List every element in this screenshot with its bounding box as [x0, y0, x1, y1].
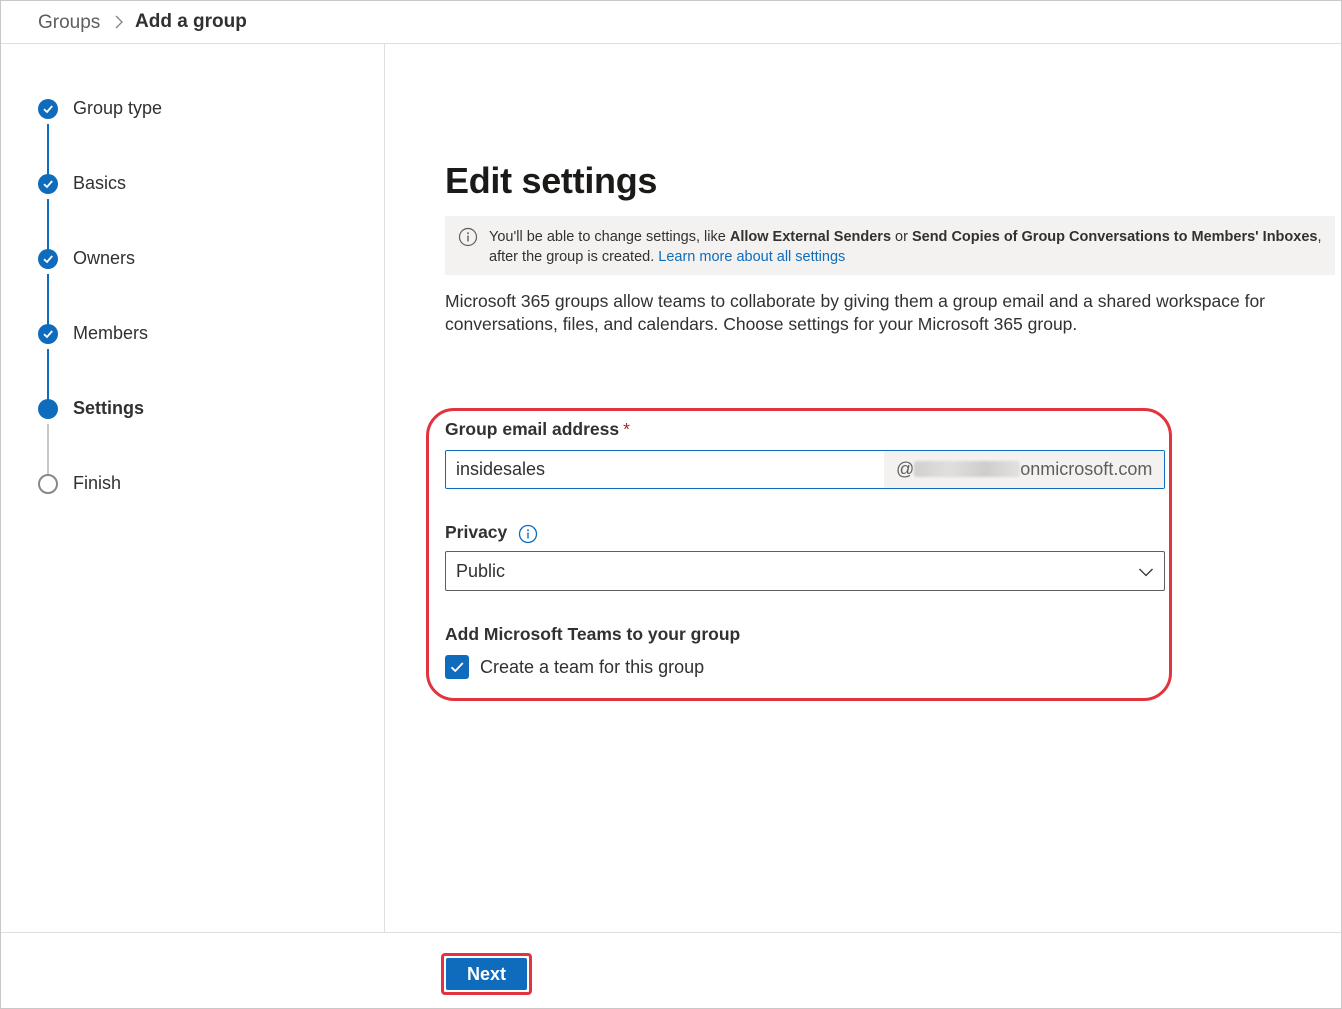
wizard-steps: Group type Basics Owners Members Setting…	[1, 44, 385, 932]
step-owners[interactable]: Owners	[1, 245, 381, 275]
step-label: Owners	[73, 248, 136, 268]
step-label: Basics	[73, 173, 127, 193]
info-icon	[458, 227, 478, 247]
current-step-icon	[38, 399, 58, 419]
privacy-dropdown[interactable]: Public	[445, 551, 1165, 591]
step-members[interactable]: Members	[1, 320, 381, 350]
step-basics[interactable]: Basics	[1, 170, 381, 200]
page-description: Microsoft 365 groups allow teams to coll…	[445, 291, 1266, 334]
chevron-right-icon	[115, 15, 123, 29]
check-circle-icon	[38, 249, 58, 269]
redacted-domain	[914, 461, 1021, 477]
check-circle-icon	[38, 99, 58, 119]
step-label: Members	[73, 323, 149, 343]
step-settings[interactable]: Settings	[1, 395, 381, 425]
header: Groups Add a group	[1, 1, 1341, 44]
empty-circle-icon	[38, 474, 58, 494]
step-group-type[interactable]: Group type	[1, 95, 381, 125]
teams-section-label: Add Microsoft Teams to your group	[445, 624, 741, 644]
learn-more-link[interactable]: Learn more about all settings	[658, 249, 845, 265]
step-label: Finish	[73, 473, 122, 493]
checkmark-icon	[450, 662, 464, 673]
chevron-down-icon	[1139, 568, 1153, 577]
info-icon[interactable]	[518, 524, 538, 544]
email-domain-suffix: @ onmicrosoft.com	[884, 451, 1164, 488]
breadcrumb-current: Add a group	[135, 11, 247, 32]
step-label: Settings	[73, 398, 145, 418]
privacy-label: Privacy	[445, 522, 508, 542]
email-field-label: Group email address *	[445, 419, 630, 439]
footer-bar	[1, 932, 1341, 1008]
breadcrumb-groups-link[interactable]: Groups	[38, 12, 100, 34]
group-email-input[interactable]	[446, 451, 884, 488]
page-title: Edit settings	[445, 160, 658, 201]
required-marker: *	[623, 419, 630, 439]
info-message-text: You'll be able to change settings, like …	[489, 229, 1322, 265]
step-label: Group type	[73, 98, 163, 118]
next-button[interactable]: Next	[446, 958, 527, 990]
create-team-label[interactable]: Create a team for this group	[480, 657, 704, 678]
info-message-bar: You'll be able to change settings, like …	[445, 216, 1335, 275]
create-team-checkbox[interactable]	[445, 655, 469, 679]
check-circle-icon	[38, 174, 58, 194]
email-field-container: @onmicrosoft.com	[445, 450, 1165, 489]
privacy-selected-value: Public	[456, 561, 506, 581]
check-circle-icon	[38, 324, 58, 344]
step-finish[interactable]: Finish	[1, 470, 381, 500]
